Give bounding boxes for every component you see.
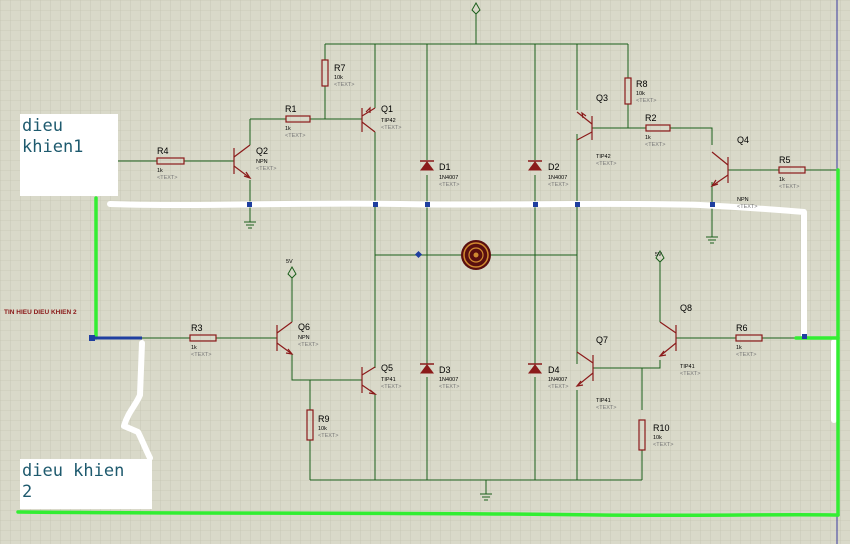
- r9-ref: R9: [318, 414, 330, 424]
- q5-text: <TEXT>: [381, 384, 401, 390]
- r2-text: <TEXT>: [645, 142, 665, 148]
- q1-ref: Q1: [381, 104, 393, 114]
- q2-value: NPN: [256, 159, 268, 165]
- r7-text: <TEXT>: [334, 82, 354, 88]
- q7-value: TIP41: [596, 398, 611, 404]
- r5-ref: R5: [779, 155, 791, 165]
- q7-text: <TEXT>: [596, 405, 616, 411]
- d4-value: 1N4007: [548, 377, 567, 383]
- r5-text: <TEXT>: [779, 184, 799, 190]
- r10-value: 10k: [653, 435, 662, 441]
- q6-value: NPN: [298, 335, 310, 341]
- r6-text: <TEXT>: [736, 352, 756, 358]
- r2-ref: R2: [645, 113, 657, 123]
- d3-text: <TEXT>: [439, 384, 459, 390]
- q4-value: NPN: [737, 197, 749, 203]
- q5-ref: Q5: [381, 363, 393, 373]
- d1-value: 1N4007: [439, 175, 458, 181]
- r3-text: <TEXT>: [191, 352, 211, 358]
- d1-text: <TEXT>: [439, 182, 459, 188]
- signal-terminal[interactable]: [89, 335, 95, 341]
- motor-icon[interactable]: [461, 240, 491, 270]
- q4-ref: Q4: [737, 135, 749, 145]
- q8-text: <TEXT>: [680, 371, 700, 377]
- r7-ref: R7: [334, 63, 346, 73]
- r8-text: <TEXT>: [636, 98, 656, 104]
- note-dieu-khien-2: dieu khien 2: [20, 459, 152, 509]
- d3-value: 1N4007: [439, 377, 458, 383]
- r4-value: 1k: [157, 168, 163, 174]
- q7-ref: Q7: [596, 335, 608, 345]
- q8-value: TIP41: [680, 364, 695, 370]
- power-label-q6: 5V: [286, 259, 293, 265]
- r5-value: 1k: [779, 177, 785, 183]
- q3-ref: Q3: [596, 93, 608, 103]
- r8-ref: R8: [636, 79, 648, 89]
- d2-ref: D2: [548, 162, 560, 172]
- r6-value: 1k: [736, 345, 742, 351]
- note-dieu-khien-1: dieu khien1: [20, 114, 118, 196]
- r2-value: 1k: [645, 135, 651, 141]
- r6-ref: R6: [736, 323, 748, 333]
- junction-dot: [802, 334, 807, 339]
- r1-text: <TEXT>: [285, 133, 305, 139]
- power-label-q8: 5V: [655, 252, 662, 258]
- d2-text: <TEXT>: [548, 182, 568, 188]
- d1-ref: D1: [439, 162, 451, 172]
- r10-ref: R10: [653, 423, 670, 433]
- r4-text: <TEXT>: [157, 175, 177, 181]
- r9-text: <TEXT>: [318, 433, 338, 439]
- q4-text: <TEXT>: [737, 204, 757, 210]
- d3-ref: D3: [439, 365, 451, 375]
- q3-value: TIP42: [596, 154, 611, 160]
- q2-text: <TEXT>: [256, 166, 276, 172]
- r3-ref: R3: [191, 323, 203, 333]
- r1-value: 1k: [285, 126, 291, 132]
- r8-value: 10k: [636, 91, 645, 97]
- q3-text: <TEXT>: [596, 161, 616, 167]
- r1-ref: R1: [285, 104, 297, 114]
- q5-value: TIP41: [381, 377, 396, 383]
- r9-value: 10k: [318, 426, 327, 432]
- note-2-text: dieu khien 2: [22, 461, 125, 502]
- q1-value: TIP42: [381, 118, 396, 124]
- note-1-text: dieu khien1: [22, 116, 84, 157]
- d2-value: 1N4007: [548, 175, 567, 181]
- d4-ref: D4: [548, 365, 560, 375]
- q1-text: <TEXT>: [381, 125, 401, 131]
- signal-label: TIN HIEU DIEU KHIEN 2: [4, 309, 77, 316]
- r7-value: 10k: [334, 75, 343, 81]
- q6-ref: Q6: [298, 322, 310, 332]
- q2-ref: Q2: [256, 146, 268, 156]
- r3-value: 1k: [191, 345, 197, 351]
- r4-ref: R4: [157, 146, 169, 156]
- q8-ref: Q8: [680, 303, 692, 313]
- q6-text: <TEXT>: [298, 342, 318, 348]
- r10-text: <TEXT>: [653, 442, 673, 448]
- d4-text: <TEXT>: [548, 384, 568, 390]
